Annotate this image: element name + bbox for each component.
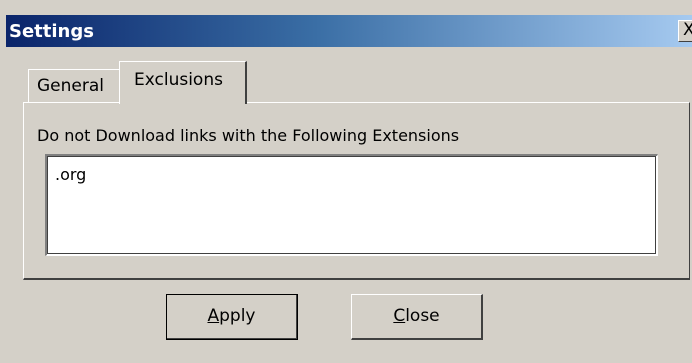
close-window-button[interactable]: X [678, 20, 692, 42]
close-button[interactable]: Close [351, 294, 483, 340]
apply-button[interactable]: Apply [166, 294, 298, 340]
window-title: Settings [9, 21, 94, 42]
exclusions-input[interactable] [45, 154, 658, 256]
apply-mnemonic: A [207, 306, 220, 326]
exclusions-label: Do not Download links with the Following… [37, 126, 460, 145]
apply-label-rest: pply [219, 306, 256, 326]
title-bar[interactable]: Settings X [6, 15, 692, 47]
close-icon: X [683, 20, 692, 40]
settings-dialog: Settings X General Exclusions Do not Dow… [0, 0, 692, 363]
tab-exclusions[interactable]: Exclusions [119, 61, 247, 104]
tab-general[interactable]: General [28, 69, 123, 103]
close-label-rest: lose [405, 306, 440, 326]
close-mnemonic: C [393, 306, 406, 326]
